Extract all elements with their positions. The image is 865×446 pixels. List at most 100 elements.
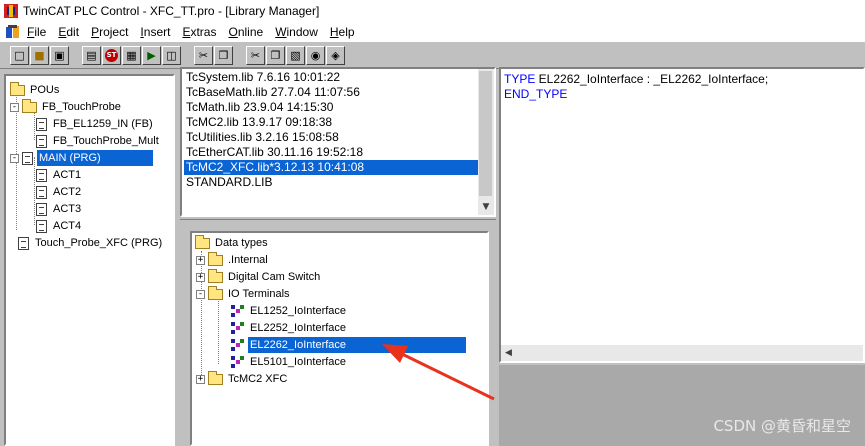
menu-online[interactable]: Online bbox=[228, 25, 263, 39]
library-item[interactable]: TcMath.lib 23.9.04 14:15:30 bbox=[184, 100, 335, 115]
tree-item-act1[interactable]: ACT1 bbox=[36, 167, 83, 183]
cut-button[interactable]: ✂ bbox=[194, 46, 213, 65]
tree-item-label: Touch_Probe_XFC (PRG) bbox=[35, 237, 163, 249]
library-scrollbar[interactable]: ▼ bbox=[478, 69, 494, 215]
tree-item-el5101[interactable]: EL5101_IoInterface bbox=[231, 354, 348, 370]
library-list-panel: TcSystem.lib 7.6.16 10:01:22 TcBaseMath.… bbox=[180, 67, 496, 217]
toolbar: □ ■ ▣ ▤ ST ▦ ▶ ◫ ✂ ❐ ✂ ❐ ▧ ◉ ◈ bbox=[0, 41, 865, 69]
pou-document-icon bbox=[18, 236, 29, 250]
tree-item-data-types[interactable]: Data types bbox=[195, 234, 270, 251]
tree-item-label: .Internal bbox=[228, 254, 268, 266]
folder-open-icon bbox=[208, 285, 223, 300]
collapse-icon[interactable]: - bbox=[196, 289, 205, 299]
save-button[interactable]: ▣ bbox=[50, 46, 69, 65]
find-button[interactable]: ◉ bbox=[306, 46, 325, 65]
declaration-editor[interactable]: TYPE EL2262_IoInterface : _EL2262_IoInte… bbox=[499, 67, 865, 363]
collapse-icon[interactable]: - bbox=[10, 153, 19, 163]
print-button[interactable]: ◫ bbox=[162, 46, 181, 65]
tree-item-label: ACT3 bbox=[53, 203, 82, 215]
tree-item-tcmc2-xfc[interactable]: + TcMC2 XFC bbox=[196, 370, 289, 387]
cut2-button[interactable]: ✂ bbox=[246, 46, 265, 65]
folder-open-icon bbox=[10, 81, 25, 96]
copy2-icon: ❐ bbox=[270, 49, 281, 62]
compile-button[interactable]: ▤ bbox=[82, 46, 101, 65]
tree-item-label: ACT1 bbox=[53, 169, 82, 181]
library-item[interactable]: TcUtilities.lib 3.2.16 15:08:58 bbox=[184, 130, 341, 145]
struct-type-icon bbox=[231, 321, 245, 335]
cut2-icon: ✂ bbox=[250, 49, 261, 62]
tree-item-el1252[interactable]: EL1252_IoInterface bbox=[231, 303, 348, 319]
menu-file[interactable]: File bbox=[27, 25, 46, 39]
collapse-icon[interactable]: - bbox=[10, 102, 19, 112]
folder-open-icon bbox=[22, 98, 37, 113]
library-item[interactable]: TcEtherCAT.lib 30.11.16 19:52:18 bbox=[184, 145, 365, 160]
library-item[interactable]: TcMC2.lib 13.9.17 09:18:38 bbox=[184, 115, 334, 130]
new-button[interactable]: □ bbox=[10, 46, 29, 65]
editor-horizontal-scrollbar[interactable]: ◀ bbox=[501, 345, 863, 361]
declaration-line-2: END_TYPE bbox=[504, 87, 567, 101]
find-icon: ◉ bbox=[310, 49, 321, 62]
cut-icon: ✂ bbox=[198, 49, 209, 62]
tree-item-internal[interactable]: + .Internal bbox=[196, 251, 270, 268]
tree-item-label: EL2262_IoInterface bbox=[248, 337, 467, 353]
scroll-thumb[interactable] bbox=[479, 71, 492, 196]
tree-item-fb-el1259[interactable]: FB_EL1259_IN (FB) bbox=[36, 116, 155, 132]
watermark: CSDN @黄昏和星空 bbox=[713, 417, 851, 435]
pou-document-icon bbox=[36, 134, 47, 148]
scroll-down-arrow-icon[interactable]: ▼ bbox=[478, 199, 494, 215]
expand-icon[interactable]: + bbox=[196, 272, 205, 282]
copy-icon: ❐ bbox=[218, 49, 229, 62]
pou-tree-panel[interactable]: POUs - FB_TouchProbe FB_EL1259_IN (FB) F… bbox=[4, 74, 175, 446]
tree-item-pous[interactable]: POUs bbox=[10, 81, 61, 98]
tree-item-io-terminals[interactable]: - IO Terminals bbox=[196, 285, 292, 302]
run-icon: ▶ bbox=[147, 49, 156, 62]
folder-icon bbox=[208, 268, 223, 283]
menu-bar: File Edit Project Insert Extras Online W… bbox=[0, 22, 865, 41]
tree-item-el2252[interactable]: EL2252_IoInterface bbox=[231, 320, 348, 336]
expand-icon[interactable]: + bbox=[196, 255, 205, 265]
paste-icon: ▧ bbox=[290, 49, 301, 62]
scroll-left-arrow-icon[interactable]: ◀ bbox=[505, 345, 512, 361]
library-item[interactable]: TcBaseMath.lib 27.7.04 11:07:56 bbox=[184, 85, 362, 100]
tree-item-label: IO Terminals bbox=[228, 288, 290, 300]
stop-button[interactable]: ST bbox=[102, 46, 121, 65]
document-window-icon[interactable] bbox=[5, 24, 21, 39]
tree-item-label: EL1252_IoInterface bbox=[250, 305, 347, 317]
open-button[interactable]: ■ bbox=[30, 46, 49, 65]
data-types-tree-panel[interactable]: Data types + .Internal + Digital Cam Swi… bbox=[190, 231, 489, 446]
menu-window[interactable]: Window bbox=[275, 25, 318, 39]
tree-item-fb-touchprobe-mult[interactable]: FB_TouchProbe_Mult bbox=[36, 133, 161, 149]
paste-button[interactable]: ▧ bbox=[286, 46, 305, 65]
tree-item-label: FB_TouchProbe bbox=[42, 101, 121, 113]
folder-icon bbox=[208, 251, 223, 266]
tree-item-fb-touchprobe[interactable]: - FB_TouchProbe bbox=[10, 98, 123, 115]
menu-edit[interactable]: Edit bbox=[58, 25, 79, 39]
tree-line bbox=[218, 299, 219, 364]
copy2-button[interactable]: ❐ bbox=[266, 46, 285, 65]
tree-item-el2262[interactable]: EL2262_IoInterface bbox=[231, 337, 467, 353]
logout-button[interactable]: ▦ bbox=[122, 46, 141, 65]
twincat-app-icon bbox=[3, 3, 19, 19]
tree-item-label: MAIN (PRG) bbox=[37, 150, 153, 166]
tree-item-label: TcMC2 XFC bbox=[228, 373, 288, 385]
expand-icon[interactable]: + bbox=[196, 374, 205, 384]
tree-item-touch-probe-xfc[interactable]: Touch_Probe_XFC (PRG) bbox=[18, 235, 164, 251]
struct-type-icon bbox=[231, 304, 245, 318]
pou-document-icon bbox=[22, 151, 33, 165]
library-item-selected[interactable]: TcMC2_XFC.lib*3.12.13 10:41:08 bbox=[184, 160, 479, 175]
replace-button[interactable]: ◈ bbox=[326, 46, 345, 65]
tree-item-act3[interactable]: ACT3 bbox=[36, 201, 83, 217]
tree-item-main[interactable]: - MAIN (PRG) bbox=[10, 150, 153, 166]
run-button[interactable]: ▶ bbox=[142, 46, 161, 65]
menu-extras[interactable]: Extras bbox=[182, 25, 216, 39]
tree-item-label: POUs bbox=[30, 84, 60, 96]
menu-insert[interactable]: Insert bbox=[140, 25, 170, 39]
library-item[interactable]: TcSystem.lib 7.6.16 10:01:22 bbox=[184, 70, 342, 85]
tree-item-act2[interactable]: ACT2 bbox=[36, 184, 83, 200]
library-item[interactable]: STANDARD.LIB bbox=[184, 175, 274, 190]
tree-item-act4[interactable]: ACT4 bbox=[36, 218, 83, 234]
tree-item-digital-cam-switch[interactable]: + Digital Cam Switch bbox=[196, 268, 322, 285]
menu-help[interactable]: Help bbox=[330, 25, 355, 39]
menu-project[interactable]: Project bbox=[91, 25, 128, 39]
copy-button[interactable]: ❐ bbox=[214, 46, 233, 65]
